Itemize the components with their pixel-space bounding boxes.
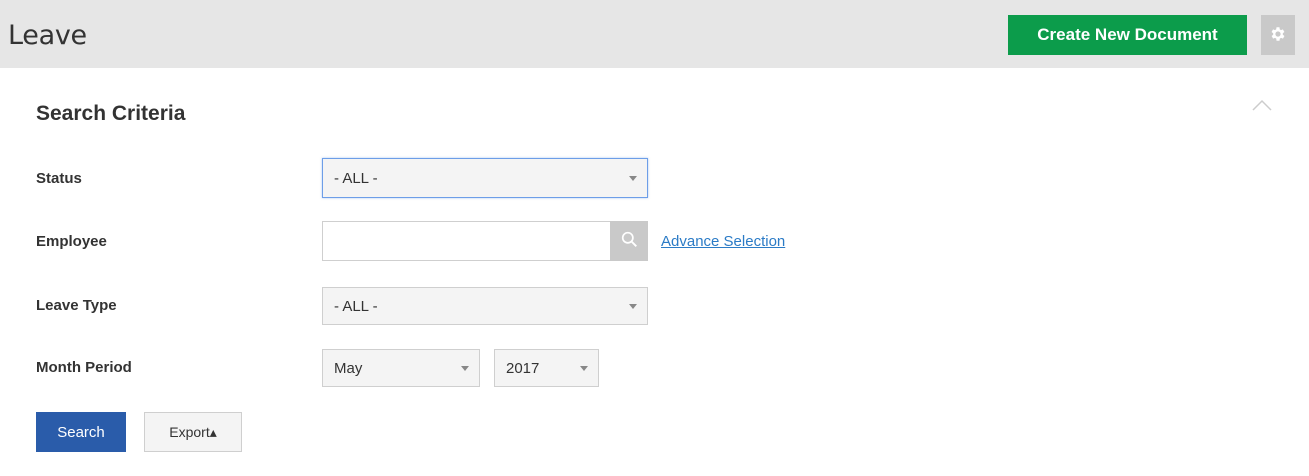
month-period-label: Month Period bbox=[36, 359, 132, 376]
leave-type-selected-value: - ALL - bbox=[334, 297, 378, 315]
settings-button[interactable] bbox=[1261, 15, 1295, 55]
year-selected-value: 2017 bbox=[506, 359, 540, 377]
year-select[interactable]: 2017 bbox=[494, 349, 599, 387]
status-selected-value: - ALL - bbox=[334, 169, 378, 187]
month-selected-value: May bbox=[334, 359, 363, 377]
page-header: Leave Create New Document bbox=[0, 0, 1309, 68]
status-select[interactable]: - ALL - bbox=[322, 158, 648, 198]
chevron-down-icon bbox=[629, 304, 637, 309]
search-button[interactable]: Search bbox=[36, 412, 126, 452]
month-select[interactable]: May bbox=[322, 349, 480, 387]
chevron-down-icon bbox=[629, 176, 637, 181]
chevron-down-icon bbox=[580, 366, 588, 371]
employee-label: Employee bbox=[36, 233, 107, 250]
chevron-down-icon bbox=[461, 366, 469, 371]
status-label: Status bbox=[36, 170, 82, 187]
search-criteria-panel: Search Criteria Status - ALL - Employee … bbox=[8, 68, 1301, 476]
employee-input[interactable] bbox=[322, 221, 611, 261]
page-title: Leave bbox=[8, 20, 87, 51]
search-icon bbox=[621, 231, 638, 251]
gear-icon bbox=[1269, 25, 1287, 46]
panel-title: Search Criteria bbox=[36, 102, 186, 125]
leave-type-select[interactable]: - ALL - bbox=[322, 287, 648, 325]
leave-type-label: Leave Type bbox=[36, 297, 117, 314]
export-button[interactable]: Export▴ bbox=[144, 412, 242, 452]
create-new-document-button[interactable]: Create New Document bbox=[1008, 15, 1247, 55]
advance-selection-link[interactable]: Advance Selection bbox=[661, 233, 785, 250]
chevron-up-icon[interactable] bbox=[1252, 98, 1272, 116]
employee-search-button[interactable] bbox=[610, 221, 648, 261]
